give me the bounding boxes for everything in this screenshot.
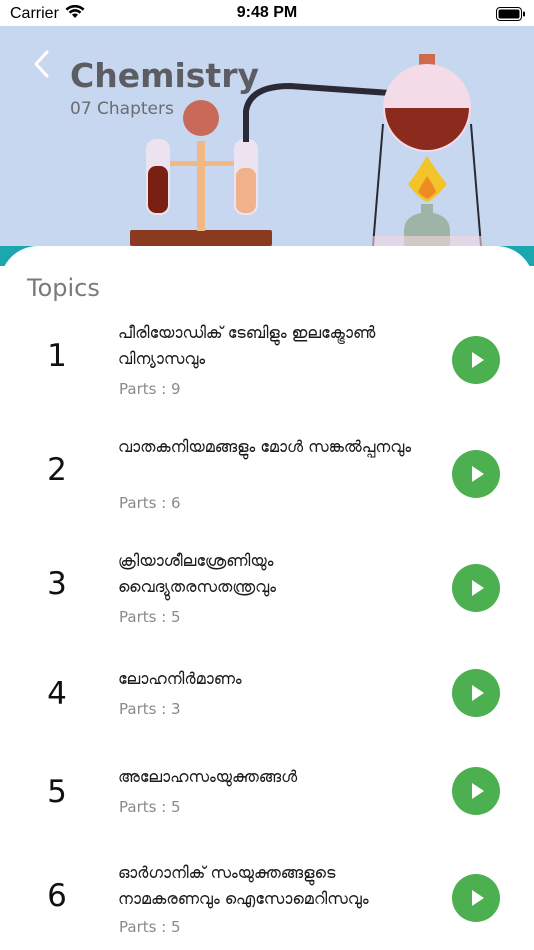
topic-row[interactable]: 5 അലോഹസംയുക്തങ്ങൾ Parts : 5: [0, 754, 534, 834]
topic-number: 2: [47, 452, 67, 488]
topic-title: ഓർഗാനിക് സംയുക്തങ്ങളുടെ നാമകരണവും ഐസോമെറ…: [118, 863, 369, 908]
topic-row[interactable]: 1 പീരിയോഡിക് ടേബിളും ഇലക്ട്രോൺ വിന്യാസവു…: [0, 310, 534, 418]
topic-parts: Parts : 5: [119, 798, 181, 816]
topic-row[interactable]: 2 വാതകനിയമങ്ങളും മോൾ സങ്കൽപ്പനവും Parts …: [0, 424, 534, 532]
topic-number: 5: [47, 774, 67, 810]
topic-row[interactable]: 3 ക്രിയാശീലശ്രേണിയും വൈദ്യുതരസതന്ത്രവും …: [0, 538, 534, 646]
play-button[interactable]: [452, 336, 500, 384]
play-icon: [471, 890, 484, 906]
battery-icon: [496, 6, 526, 25]
topic-title: അലോഹസംയുക്തങ്ങൾ: [118, 767, 298, 786]
topics-card: Topics 1 പീരിയോഡിക് ടേബിളും ഇലക്ട്രോൺ വി…: [0, 246, 534, 950]
play-icon: [471, 783, 484, 799]
status-time: 9:48 PM: [236, 4, 298, 21]
page-title: Chemistry: [70, 56, 259, 95]
topic-number: 1: [47, 338, 67, 374]
chevron-left-icon: [34, 50, 49, 78]
topic-row[interactable]: 4 ലോഹനിർമാണം Parts : 3: [0, 656, 534, 736]
play-icon: [471, 466, 484, 482]
topic-title: വാതകനിയമങ്ങളും മോൾ സങ്കൽപ്പനവും: [118, 437, 412, 456]
play-button[interactable]: [452, 669, 500, 717]
play-icon: [471, 580, 484, 596]
play-button[interactable]: [452, 874, 500, 922]
topic-parts: Parts : 9: [119, 380, 181, 398]
play-button[interactable]: [452, 564, 500, 612]
topic-parts: Parts : 3: [119, 700, 181, 718]
chapter-count: 07 Chapters: [70, 99, 174, 119]
topic-title: പീരിയോഡിക് ടേബിളും ഇലക്ട്രോൺ വിന്യാസവും: [118, 323, 376, 368]
status-bar: Carrier 9:48 PM: [0, 0, 534, 26]
topic-number: 3: [47, 566, 67, 602]
topic-number: 6: [47, 878, 67, 914]
topic-parts: Parts : 5: [119, 608, 181, 626]
play-button[interactable]: [452, 450, 500, 498]
topic-title: ക്രിയാശീലശ്രേണിയും വൈദ്യുതരസതന്ത്രവും: [118, 551, 276, 596]
topics-heading: Topics: [27, 274, 100, 302]
topic-parts: Parts : 5: [119, 918, 181, 936]
play-icon: [471, 685, 484, 701]
play-button[interactable]: [452, 767, 500, 815]
topic-parts: Parts : 6: [119, 494, 181, 512]
header: Chemistry 07 Chapters: [0, 26, 534, 266]
back-button[interactable]: [26, 46, 56, 82]
topic-number: 4: [47, 676, 67, 712]
play-icon: [471, 352, 484, 368]
topic-title: ലോഹനിർമാണം: [118, 669, 242, 688]
topic-row[interactable]: 6 ഓർഗാനിക് സംയുക്തങ്ങളുടെ നാമകരണവും ഐസോമ…: [0, 850, 534, 946]
